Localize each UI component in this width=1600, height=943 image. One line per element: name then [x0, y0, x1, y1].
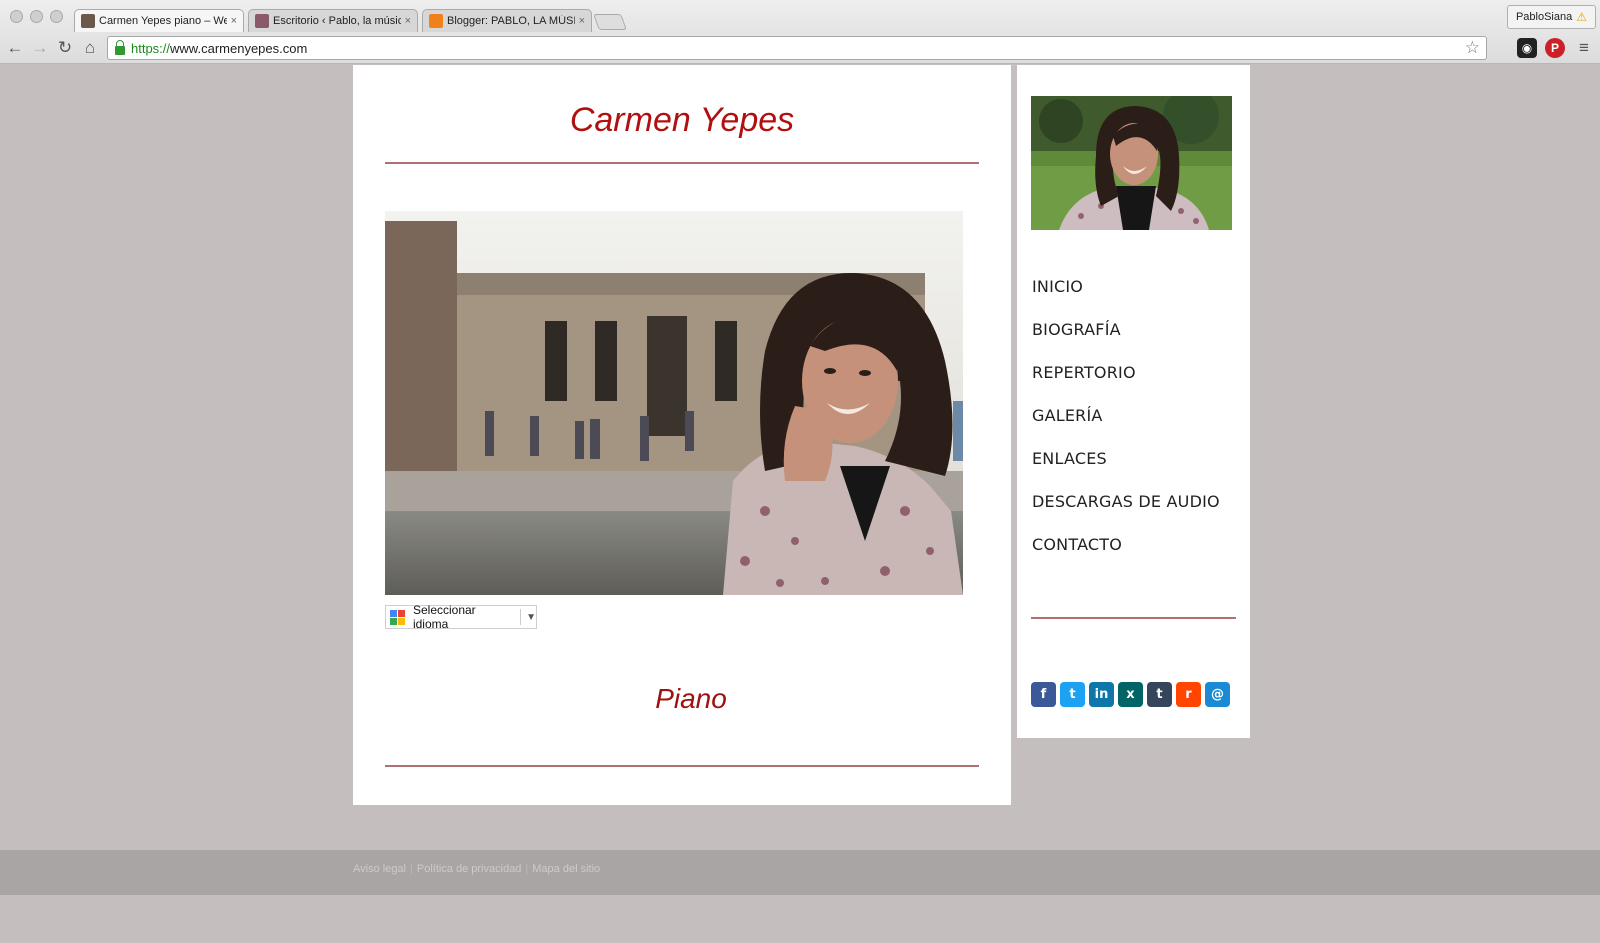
footer-links: Aviso legal | Política de privacidad | M… [353, 863, 600, 875]
nav-item-galeria[interactable]: GALERÍA [1032, 406, 1220, 449]
main-content: Carmen Yepes Seleccionar idioma ▼ Piano [353, 65, 1011, 805]
owl-extension-icon[interactable]: ◉ [1517, 38, 1537, 58]
language-selector-label: Seleccionar idioma [412, 603, 476, 631]
chevron-down-icon: ▼ [526, 611, 537, 623]
profile-button[interactable]: PabloSiana ⚠ [1506, 5, 1596, 29]
twitter-icon[interactable]: t [1060, 682, 1085, 707]
new-tab-button[interactable] [593, 14, 627, 30]
tab-close-icon[interactable]: × [231, 15, 237, 27]
address-bar[interactable]: https:// www.carmenyepes.com ☆ [107, 36, 1487, 60]
lock-icon [115, 39, 125, 55]
reload-icon[interactable]: ↻ [54, 37, 76, 59]
tab-favicon-icon [429, 14, 443, 28]
nav-item-repertorio[interactable]: REPERTORIO [1032, 363, 1220, 406]
url-scheme: https:// [131, 40, 171, 56]
nav-item-descargas-de-audio[interactable]: DESCARGAS DE AUDIO [1032, 492, 1220, 535]
tab-carmen-yepes[interactable]: Carmen Yepes piano – Wel × [74, 9, 244, 32]
section-divider [385, 765, 979, 767]
sidebar-portrait-photo [1031, 96, 1232, 230]
tab-close-icon[interactable]: × [405, 15, 411, 27]
tab-title: Escritorio ‹ Pablo, la músic [273, 15, 401, 27]
browser-toolbar: ← → ↻ ⌂ https:// www.carmenyepes.com ☆ ◉… [0, 33, 1600, 63]
hero-photo [385, 211, 963, 595]
main-navigation: INICIO BIOGRAFÍA REPERTORIO GALERÍA ENLA… [1032, 277, 1220, 578]
tumblr-icon[interactable]: t [1147, 682, 1172, 707]
home-icon[interactable]: ⌂ [79, 37, 101, 59]
section-title: Piano [655, 683, 727, 714]
email-icon[interactable]: @ [1205, 682, 1230, 707]
footer-separator: | [525, 863, 529, 875]
nav-item-inicio[interactable]: INICIO [1032, 277, 1220, 320]
tab-title: Carmen Yepes piano – Wel [99, 15, 227, 27]
nav-item-contacto[interactable]: CONTACTO [1032, 535, 1220, 578]
footer-separator: | [410, 863, 413, 875]
back-icon[interactable]: ← [4, 37, 26, 59]
page-footer: Aviso legal | Política de privacidad | M… [0, 850, 1600, 895]
sidebar: INICIO BIOGRAFÍA REPERTORIO GALERÍA ENLA… [1017, 65, 1250, 738]
title-divider [385, 162, 979, 164]
google-translate-icon [390, 609, 405, 625]
pinterest-extension-icon[interactable]: P [1545, 38, 1565, 58]
tab-blogger[interactable]: Blogger: PABLO, LA MÚSIC × [422, 9, 592, 32]
tab-favicon-icon [81, 14, 95, 28]
nav-item-biografia[interactable]: BIOGRAFÍA [1032, 320, 1220, 363]
footer-link-aviso-legal[interactable]: Aviso legal [353, 863, 406, 875]
site-title[interactable]: Carmen Yepes [353, 101, 1011, 140]
tab-title: Blogger: PABLO, LA MÚSIC [447, 15, 575, 27]
footer-link-politica-de-privacidad[interactable]: Política de privacidad [417, 863, 522, 875]
language-selector[interactable]: Seleccionar idioma ▼ [385, 603, 537, 631]
language-selector-divider [520, 609, 522, 625]
bookmark-star-icon[interactable]: ☆ [1465, 38, 1480, 58]
profile-name: PabloSiana [1515, 11, 1573, 23]
tab-escritorio[interactable]: Escritorio ‹ Pablo, la músic × [248, 9, 418, 32]
forward-icon[interactable]: → [29, 37, 51, 59]
window-controls [10, 10, 63, 23]
browser-chrome: Carmen Yepes piano – Wel × Escritorio ‹ … [0, 0, 1600, 64]
sidebar-divider [1031, 617, 1236, 619]
url-host: www.carmenyepes.com [170, 40, 308, 56]
reddit-icon[interactable]: r [1176, 682, 1201, 707]
xing-icon[interactable]: x [1118, 682, 1143, 707]
zoom-window-button[interactable] [50, 10, 63, 23]
social-share-bar: f t in x t r @ [1031, 682, 1230, 707]
browser-menu-icon[interactable]: ≡ [1573, 37, 1595, 59]
close-window-button[interactable] [10, 10, 23, 23]
warning-icon: ⚠ [1576, 10, 1587, 24]
minimize-window-button[interactable] [30, 10, 43, 23]
footer-link-mapa-del-sitio[interactable]: Mapa del sitio [532, 863, 600, 875]
tab-close-icon[interactable]: × [579, 15, 585, 27]
tab-favicon-icon [255, 14, 269, 28]
linkedin-icon[interactable]: in [1089, 682, 1114, 707]
nav-item-enlaces[interactable]: ENLACES [1032, 449, 1220, 492]
facebook-icon[interactable]: f [1031, 682, 1056, 707]
tab-strip: Carmen Yepes piano – Wel × Escritorio ‹ … [74, 9, 627, 32]
